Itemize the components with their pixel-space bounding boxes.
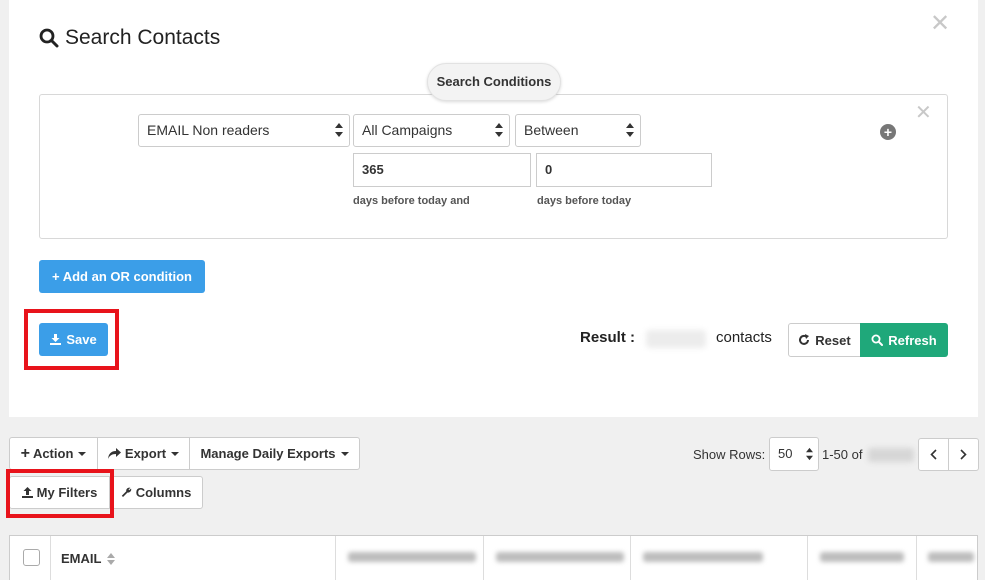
add-condition-icon[interactable]: + — [880, 124, 896, 140]
select-arrows-icon — [806, 447, 813, 461]
value-from-hint: days before today and — [353, 195, 470, 207]
caret-down-icon — [78, 451, 87, 456]
column-separator — [807, 536, 808, 580]
value-to-hint: days before today — [537, 195, 632, 207]
export-button[interactable]: Export — [97, 437, 190, 470]
condition-field-select[interactable]: EMAIL Non readers — [138, 114, 350, 147]
contacts-table-header: EMAIL — [9, 535, 978, 580]
add-or-condition-button[interactable]: + Add an OR condition — [39, 260, 205, 293]
value-to-input[interactable]: 0 — [536, 153, 712, 187]
export-button-label: Export — [124, 446, 167, 461]
remove-condition-icon[interactable]: ✕ — [915, 103, 932, 123]
column-separator — [630, 536, 631, 580]
share-icon — [107, 448, 121, 459]
condition-campaign-value: All Campaigns — [362, 122, 453, 138]
select-arrows-icon — [335, 123, 343, 137]
condition-operator-value: Between — [524, 122, 579, 138]
show-rows-label: Show Rows: — [693, 447, 766, 462]
manage-daily-exports-label: Manage Daily Exports — [200, 446, 336, 461]
columns-button[interactable]: Columns — [109, 476, 203, 509]
action-button[interactable]: + Action — [9, 437, 98, 470]
refresh-button[interactable]: Refresh — [860, 323, 948, 357]
modal-close-icon[interactable]: ✕ — [930, 12, 950, 36]
save-highlight-box — [24, 309, 119, 370]
modal-title: Search Contacts — [39, 26, 220, 50]
column-separator — [50, 536, 51, 580]
blurred-column-header — [496, 552, 624, 562]
email-column-header[interactable]: EMAIL — [61, 551, 116, 566]
rows-per-page-select[interactable]: 50 — [769, 437, 819, 471]
sort-icon — [107, 552, 116, 565]
column-separator — [483, 536, 484, 580]
email-header-label: EMAIL — [61, 551, 102, 566]
blurred-column-header — [643, 552, 763, 562]
condition-field-value: EMAIL Non readers — [147, 122, 270, 138]
search-icon — [871, 334, 884, 346]
caret-down-icon — [171, 451, 180, 456]
search-icon — [39, 28, 59, 48]
result-label: Result : — [580, 329, 636, 346]
refresh-button-label: Refresh — [888, 332, 937, 348]
result-count-blurred — [646, 330, 706, 348]
select-all-checkbox[interactable] — [23, 549, 40, 566]
columns-label: Columns — [135, 485, 192, 500]
pagination-range: 1-50 of — [822, 447, 863, 462]
column-separator — [916, 536, 917, 580]
manage-daily-exports-button[interactable]: Manage Daily Exports — [189, 437, 360, 470]
next-page-button[interactable] — [948, 438, 979, 471]
condition-operator-select[interactable]: Between — [515, 114, 641, 147]
plus-icon: + — [20, 444, 30, 462]
blurred-column-header — [928, 552, 974, 562]
select-arrows-icon — [495, 123, 503, 137]
rows-per-page-value: 50 — [778, 446, 793, 461]
select-arrows-icon — [626, 123, 634, 137]
result-unit: contacts — [716, 329, 772, 346]
search-contacts-modal: ✕ Search Contacts Search Conditions EMAI… — [9, 0, 978, 417]
reset-button-label: Reset — [815, 332, 851, 348]
chevron-right-icon — [960, 449, 967, 460]
blurred-column-header — [348, 552, 476, 562]
action-button-label: Action — [32, 446, 74, 461]
reset-button[interactable]: Reset — [788, 323, 861, 357]
caret-down-icon — [340, 451, 349, 456]
search-conditions-label: Search Conditions — [427, 63, 561, 101]
wrench-icon — [121, 487, 131, 497]
condition-campaign-select[interactable]: All Campaigns — [353, 114, 510, 147]
value-from-input[interactable]: 365 — [353, 153, 531, 187]
my-filters-highlight-box — [6, 469, 114, 518]
chevron-left-icon — [930, 449, 937, 460]
modal-title-text: Search Contacts — [65, 26, 221, 49]
column-separator — [335, 536, 336, 580]
total-count-blurred — [868, 448, 914, 462]
blurred-column-header — [820, 552, 904, 562]
prev-page-button[interactable] — [918, 438, 949, 471]
reset-icon — [799, 334, 810, 345]
